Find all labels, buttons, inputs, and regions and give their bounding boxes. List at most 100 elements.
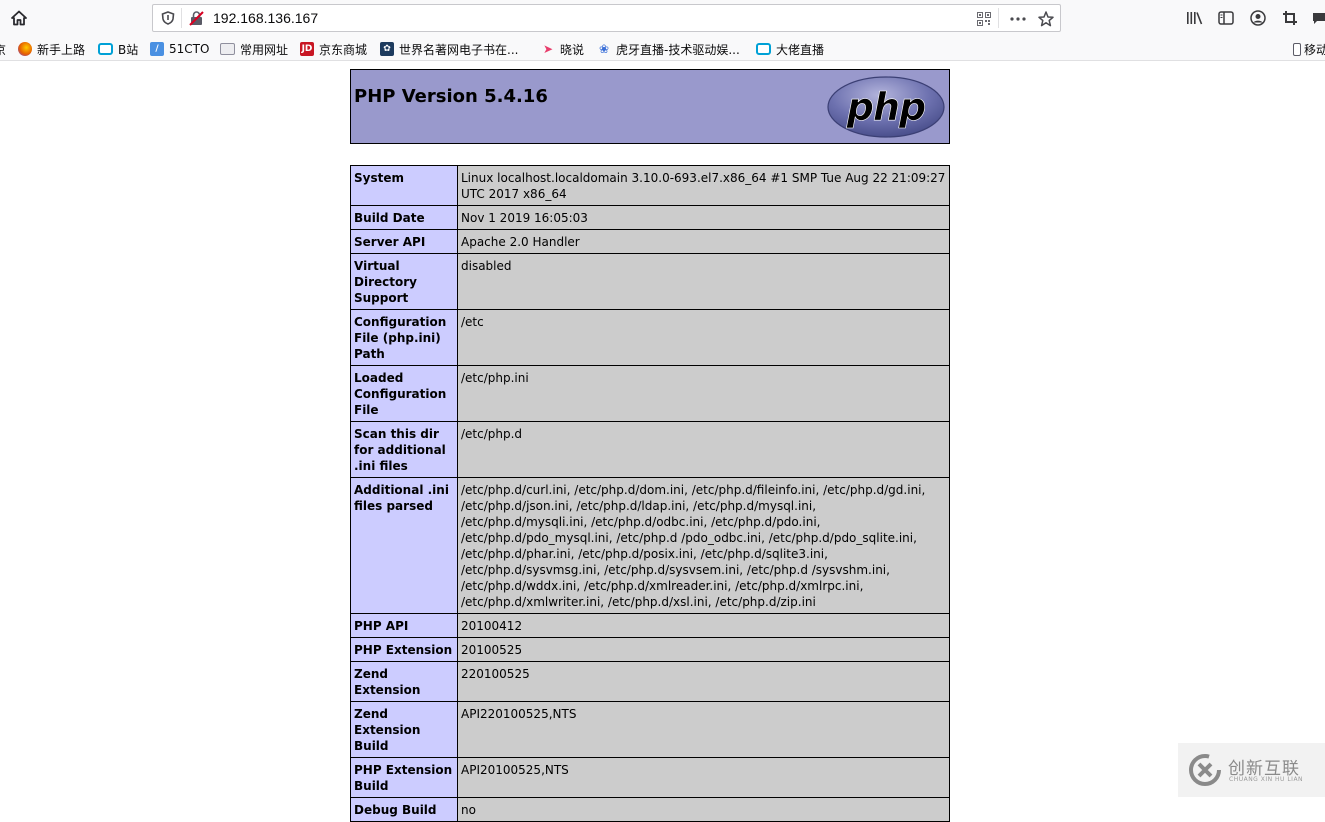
sidebar-button[interactable] [1216,8,1236,28]
info-key: Debug Build [350,797,458,822]
bookmark-label: 晓说 [560,42,585,57]
bookmark-item[interactable]: JD 京东商城 [300,40,367,58]
screenshot-button[interactable] [1280,8,1300,28]
bookmark-item[interactable]: 新手上路 [18,40,85,58]
bookmarks-toolbar: 京 新手上路 B站 / 51CTO 常用网址 JD 京东商城 ✿ 世界名著网电子… [0,36,1325,61]
jd-icon: JD [300,42,314,56]
qr-code-button[interactable] [975,10,993,28]
bookmark-label: 京 [0,42,7,57]
info-key: Loaded Configuration File [350,365,458,422]
qr-code-icon [977,12,991,26]
info-value: /etc/php.d/curl.ini, /etc/php.d/dom.ini,… [457,477,950,614]
info-row: Scan this dir for additional .ini files /… [350,421,950,478]
info-row: PHP Extension 20100525 [350,637,950,662]
info-key: Additional .ini files parsed [350,477,458,614]
info-key: Zend Extension [350,661,458,702]
mobile-bookmarks[interactable]: 移动 [1293,40,1325,58]
info-key: Configuration File (php.ini) Path [350,309,458,366]
info-value: 20100525 [457,637,950,662]
info-value: no [457,797,950,822]
watermark-logo-icon [1189,754,1221,786]
play-icon: ➤ [542,42,554,56]
insecure-lock-icon [188,10,204,26]
info-row: Build Date Nov 1 2019 16:05:03 [350,205,950,230]
mobile-phone-icon [1293,42,1301,56]
account-button[interactable] [1248,8,1268,28]
bookmark-folder[interactable]: 常用网址 [220,40,288,58]
home-icon [11,10,27,26]
info-value: /etc/php.d [457,421,950,478]
bookmark-item[interactable]: 京 [0,40,6,58]
bookmark-item[interactable]: ✿ 世界名著网电子书在... [380,40,518,58]
book-site-icon: ✿ [380,42,394,56]
bookmark-label: 51CTO [169,42,210,56]
bookmark-label: 新手上路 [37,42,86,57]
page-content: PHP Version 5.4.16 php System Linux local… [0,62,1325,822]
info-row: Zend Extension Build API220100525,NTS [350,701,950,758]
info-key: PHP Extension Build [350,757,458,798]
library-icon [1186,12,1202,25]
info-row: Additional .ini files parsed/etc/php.d/c… [350,477,950,614]
info-value: Apache 2.0 Handler [457,229,950,254]
info-value: disabled [457,253,950,310]
bookmark-label: 虎牙直播-技术驱动娱... [616,42,740,57]
bookmark-item[interactable]: 大佬直播 [756,40,824,58]
bookmark-label: 世界名著网电子书在... [399,42,519,57]
info-value: Nov 1 2019 16:05:03 [457,205,950,230]
php-logo-text: php [846,85,925,129]
info-row: System Linux localhost.localdomain 3.10.0… [350,165,950,206]
info-value: 220100525 [457,661,950,702]
paw-icon: ❀ [598,42,610,56]
url-separator [181,8,182,28]
bookmark-label: 大佬直播 [776,42,825,57]
info-value: 20100412 [457,613,950,638]
bookmark-label: 移动 [1304,42,1325,57]
watermark: 创新互联 CHUANG XIN HU LIAN [1178,743,1325,797]
info-key: Scan this dir for additional .ini files [350,421,458,478]
firefox-icon [18,42,32,56]
bookmark-item[interactable]: B站 [98,40,138,58]
star-icon [1038,11,1054,27]
url-text[interactable]: 192.168.136.167 [213,10,318,26]
sidebar-icon [1218,11,1234,25]
php-logo: php [827,76,945,138]
info-row: Loaded Configuration File/etc/php.ini [350,365,950,422]
feather-icon: / [150,42,164,56]
info-value: API20100525,NTS [457,757,950,798]
watermark-subtitle: CHUANG XIN HU LIAN [1229,776,1304,783]
url-separator [998,8,999,28]
info-row: PHP Extension Build API20100525,NTS [350,757,950,798]
info-key: PHP Extension [350,637,458,662]
account-icon [1250,10,1266,26]
page-title: PHP Version 5.4.16 [354,86,548,107]
library-button[interactable] [1184,8,1204,28]
info-row: PHP API 20100412 [350,613,950,638]
bilibili-icon [98,43,113,55]
browser-toolbar: 192.168.136.167 [0,0,1325,36]
connection-info-button[interactable] [187,9,205,27]
info-row: Virtual Directory Support disabled [350,253,950,310]
phpinfo-table: System Linux localhost.localdomain 3.10.0… [350,165,950,822]
bookmark-item[interactable]: ❀ 虎牙直播-技术驱动娱... [597,40,740,58]
info-value: Linux localhost.localdomain 3.10.0-693.e… [457,165,950,206]
info-key: Server API [350,229,458,254]
home-button[interactable] [8,7,30,29]
bookmark-label: B站 [118,42,139,57]
info-row: Zend Extension 220100525 [350,661,950,702]
folder-icon [220,43,235,55]
info-row: Configuration File (php.ini) Path/etc [350,309,950,366]
bookmark-item[interactable]: / 51CTO [150,40,209,58]
page-actions-button[interactable] [1008,10,1028,28]
tracking-protection-button[interactable] [159,9,177,27]
screenshot-icon [1283,11,1297,25]
chat-button[interactable] [1311,8,1325,28]
bilibili-icon [756,43,771,55]
bookmark-star-button[interactable] [1036,9,1056,29]
address-bar[interactable]: 192.168.136.167 [152,4,1061,32]
info-key: System [350,165,458,206]
info-value: API220100525,NTS [457,701,950,758]
info-row: Server API Apache 2.0 Handler [350,229,950,254]
info-key: Virtual Directory Support [350,253,458,310]
bookmark-item[interactable]: ➤ 晓说 [541,40,584,58]
info-key: Build Date [350,205,458,230]
